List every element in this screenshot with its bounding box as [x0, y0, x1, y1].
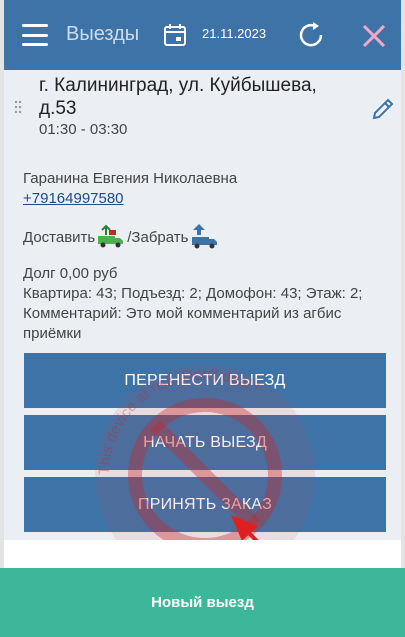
visit-address: г. Калининград, ул. Куйбышева, д.53 — [39, 75, 317, 119]
visit-info: Долг 0,00 руб Квартира: 43; Подъезд: 2; … — [23, 264, 383, 344]
hamburger-menu-icon[interactable] — [22, 24, 48, 46]
refresh-icon[interactable] — [295, 19, 327, 51]
reschedule-visit-button[interactable]: ПЕРЕНЕСТИ ВЫЕЗД — [24, 353, 386, 408]
spacer — [4, 540, 401, 568]
edit-pencil-icon[interactable] — [370, 96, 396, 122]
client-phone-link[interactable]: +79164997580 — [23, 190, 124, 207]
start-visit-button[interactable]: НАЧАТЬ ВЫЕЗД — [24, 415, 386, 470]
pickup-truck-icon — [192, 224, 218, 249]
top-app-bar: Выезды 21.11.2023 — [4, 0, 401, 70]
deliver-truck-icon — [98, 224, 124, 248]
visit-time: 01:30 - 03:30 — [39, 121, 128, 138]
address-details: Квартира: 43; Подъезд: 2; Домофон: 43; Э… — [23, 285, 363, 302]
client-name: Гаранина Евгения Николаевна — [23, 170, 238, 187]
deliver-label: Доставить — [23, 228, 96, 246]
current-date[interactable]: 21.11.2023 — [202, 26, 266, 41]
screen-title: Выезды — [66, 23, 140, 45]
pickup-label: Забрать — [131, 228, 189, 246]
app-frame: Выезды 21.11.2023 г. Калининград, ул. Ку… — [0, 0, 405, 637]
debt-text: Долг 0,00 руб — [23, 265, 118, 282]
comment-text: Комментарий: Это мой комментарий из агби… — [23, 305, 342, 342]
calendar-icon[interactable] — [162, 22, 188, 48]
new-visit-button[interactable]: Новый выезд — [0, 568, 405, 637]
accept-order-button[interactable]: ПРИНЯТЬ ЗАКАЗ — [24, 477, 386, 532]
delivery-row: Доставить / Забрать — [23, 222, 220, 252]
close-icon[interactable] — [360, 22, 388, 50]
drag-handle-icon[interactable] — [14, 100, 22, 114]
right-edge — [401, 0, 405, 637]
